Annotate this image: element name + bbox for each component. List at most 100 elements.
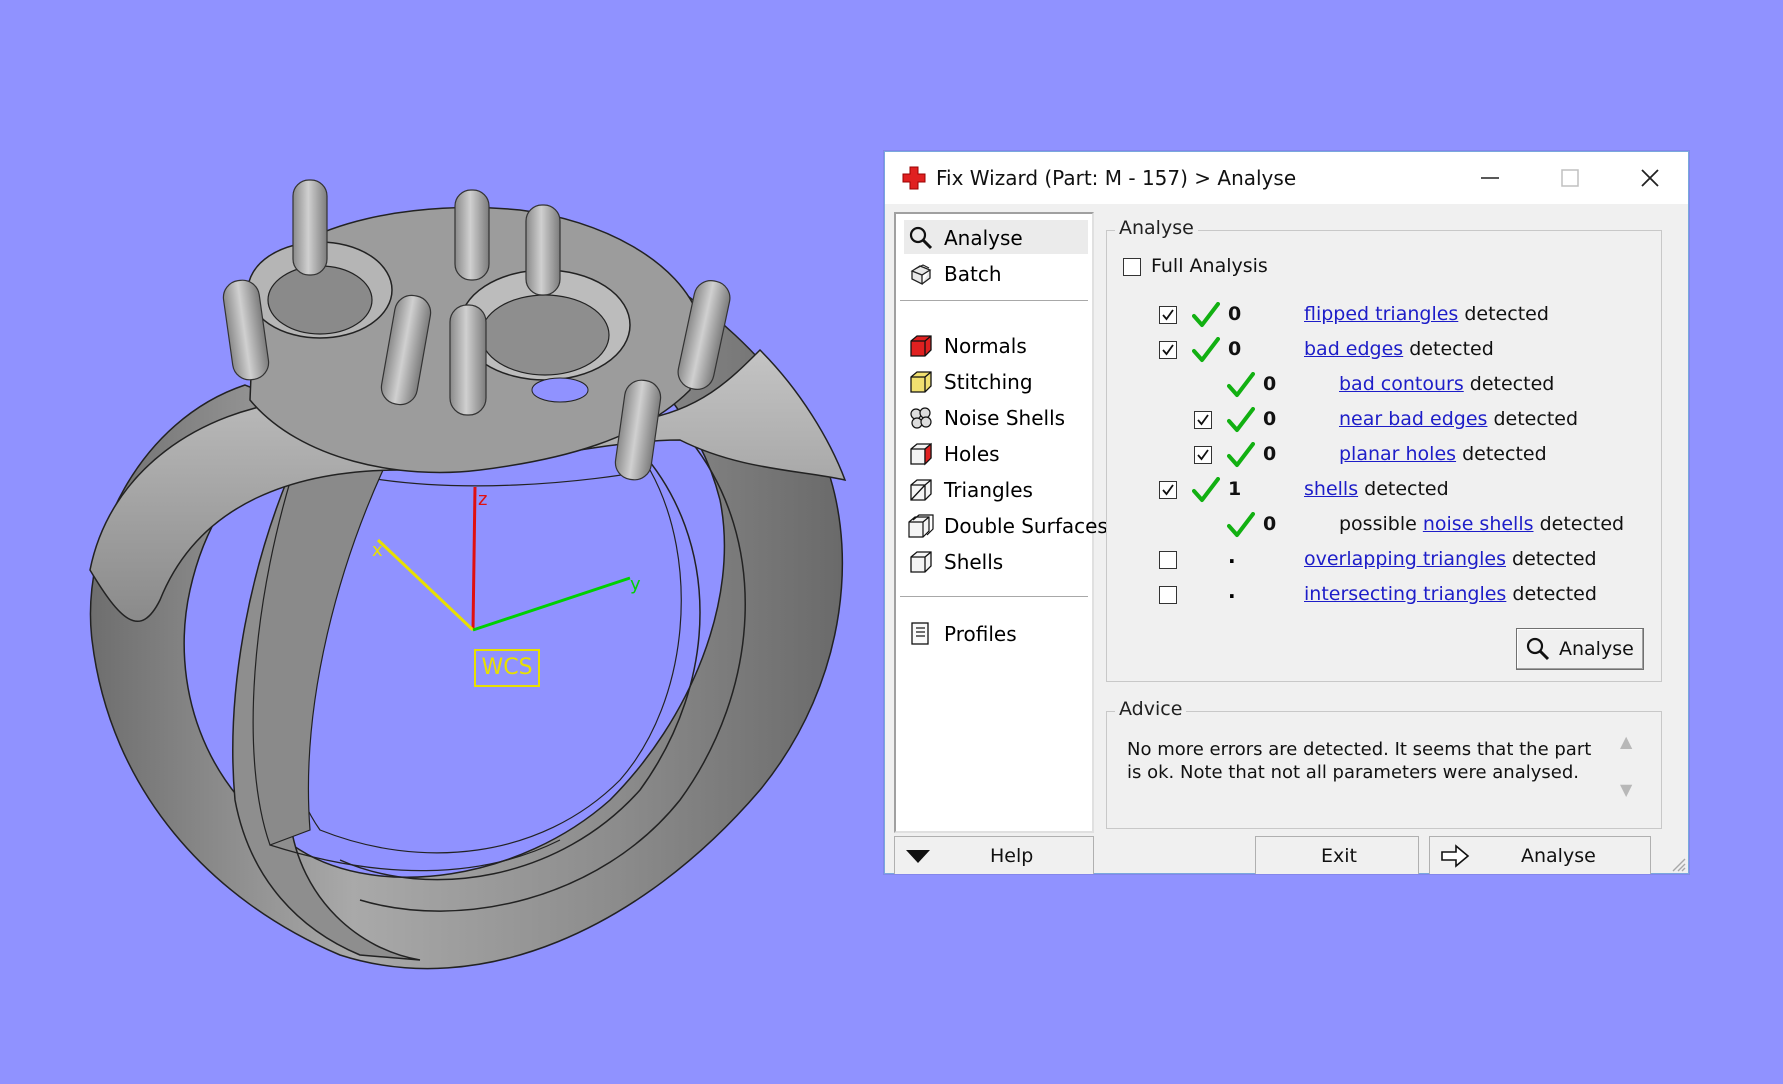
nav-item-stitching[interactable]: Stitching	[904, 364, 1088, 398]
row-checkbox[interactable]	[1159, 586, 1177, 604]
row-checkbox[interactable]	[1159, 481, 1177, 499]
nav-item-profiles[interactable]: Profiles	[904, 616, 1088, 650]
row-count: 0	[1263, 443, 1277, 465]
advice-text: No more errors are detected. It seems th…	[1127, 739, 1592, 783]
maximize-button[interactable]	[1535, 152, 1605, 204]
close-button[interactable]	[1615, 152, 1685, 204]
row-count: 1	[1228, 478, 1242, 500]
nav-item-label: Normals	[944, 334, 1027, 358]
analyse-group-title: Analyse	[1115, 217, 1198, 239]
row-link[interactable]: bad edges	[1304, 338, 1403, 360]
row-link[interactable]: noise shells	[1423, 513, 1534, 535]
row-checkbox[interactable]	[1159, 551, 1177, 569]
nav-divider	[900, 300, 1088, 302]
nav-divider	[900, 596, 1088, 598]
magnifier-icon	[1526, 637, 1550, 661]
row-link[interactable]: flipped triangles	[1304, 303, 1458, 325]
normals-cube-icon	[910, 335, 932, 357]
profiles-icon	[911, 622, 929, 645]
row-link[interactable]: shells	[1304, 478, 1358, 500]
row-description: possible noise shells detected	[1339, 513, 1624, 535]
axis-x-label: x	[372, 540, 383, 561]
row-checkbox[interactable]	[1159, 306, 1177, 324]
minimize-button[interactable]	[1455, 152, 1525, 204]
row-description: bad contours detected	[1339, 373, 1554, 395]
shells-cube-icon	[910, 551, 932, 573]
scroll-down-icon[interactable]: ▼	[1620, 780, 1632, 799]
noise-shells-icon	[910, 407, 932, 429]
close-icon	[1641, 169, 1659, 187]
green-check-icon	[1227, 407, 1255, 432]
holes-cube-icon	[910, 442, 932, 466]
analyse-next-button[interactable]: Analyse	[1429, 836, 1651, 874]
checkmark-icon	[1162, 344, 1174, 356]
nav-item-triangles[interactable]: Triangles	[904, 472, 1088, 506]
resize-grip-icon[interactable]	[1670, 856, 1686, 872]
row-link[interactable]: bad contours	[1339, 373, 1464, 395]
nav-item-analyse[interactable]: Analyse	[904, 220, 1088, 254]
nav-item-holes[interactable]: Holes	[904, 436, 1088, 470]
green-check-icon	[1192, 477, 1220, 502]
row-link[interactable]: intersecting triangles	[1304, 583, 1506, 605]
nav-item-batch[interactable]: Batch	[904, 256, 1088, 290]
arrow-right-icon	[1441, 844, 1470, 868]
green-check-icon	[1192, 337, 1220, 362]
green-check-icon	[1192, 302, 1220, 327]
green-check-icon	[1227, 372, 1255, 397]
nav-item-label: Stitching	[944, 370, 1033, 394]
axis-y-label: y	[630, 574, 641, 595]
row-count: .	[1228, 579, 1236, 603]
dropdown-arrow-icon	[906, 850, 930, 863]
title-bar[interactable]: Fix Wizard (Part: M - 157) > Analyse	[885, 152, 1688, 204]
stitching-cube-icon	[910, 371, 932, 393]
row-description: near bad edges detected	[1339, 408, 1578, 430]
row-suffix: detected	[1464, 303, 1549, 325]
row-checkbox[interactable]	[1194, 446, 1212, 464]
axis-z-label: z	[478, 489, 487, 510]
maximize-icon	[1561, 169, 1579, 187]
row-checkbox[interactable]	[1194, 411, 1212, 429]
full-analysis-checkbox[interactable]	[1123, 258, 1141, 276]
row-description: planar holes detected	[1339, 443, 1547, 465]
window-title: Fix Wizard (Part: M - 157) > Analyse	[936, 166, 1297, 190]
nav-item-label: Triangles	[944, 478, 1033, 502]
nav-item-noise-shells[interactable]: Noise Shells	[904, 400, 1088, 434]
row-link[interactable]: overlapping triangles	[1304, 548, 1506, 570]
row-count: 0	[1263, 513, 1277, 535]
nav-item-shells[interactable]: Shells	[904, 544, 1088, 578]
advice-group: Advice No more errors are detected. It s…	[1106, 698, 1662, 829]
wcs-label: WCS	[481, 655, 532, 680]
red-cross-icon	[902, 166, 926, 190]
row-suffix: detected	[1493, 408, 1579, 430]
magnifier-icon	[909, 226, 933, 250]
nav-item-label: Shells	[944, 550, 1004, 574]
row-checkbox[interactable]	[1159, 341, 1177, 359]
nav-item-label: Batch	[944, 262, 1002, 286]
row-suffix: detected	[1364, 478, 1449, 500]
row-suffix: detected	[1409, 338, 1494, 360]
advice-group-title: Advice	[1115, 698, 1187, 720]
row-suffix: detected	[1462, 443, 1547, 465]
nav-item-label: Analyse	[944, 226, 1023, 250]
analyse-group: Analyse Full Analysis 0 flipped triangles…	[1106, 217, 1662, 682]
exit-button[interactable]: Exit	[1255, 836, 1419, 874]
row-prefix: possible	[1339, 513, 1417, 535]
row-count: 0	[1263, 408, 1277, 430]
analyse-run-button[interactable]: Analyse	[1516, 628, 1644, 670]
nav-item-label: Profiles	[944, 622, 1017, 646]
nav-item-double-surfaces[interactable]: Double Surfaces	[904, 508, 1108, 542]
nav-item-normals[interactable]: Normals	[904, 328, 1088, 362]
wizard-nav: Analyse Batch Normals Stitching Noise Sh…	[894, 212, 1108, 833]
row-suffix: detected	[1512, 548, 1597, 570]
row-description: bad edges detected	[1304, 338, 1494, 360]
scroll-up-icon[interactable]: ▲	[1620, 732, 1632, 751]
help-button-label: Help	[990, 845, 1034, 867]
help-button[interactable]: Help	[894, 836, 1094, 874]
analyse-run-button-label: Analyse	[1559, 638, 1634, 660]
row-link[interactable]: near bad edges	[1339, 408, 1487, 430]
row-link[interactable]: planar holes	[1339, 443, 1456, 465]
row-suffix: detected	[1512, 583, 1597, 605]
bottom-bar: Help Exit Analyse	[885, 836, 1688, 874]
row-description: intersecting triangles detected	[1304, 583, 1597, 605]
row-count: 0	[1228, 338, 1242, 360]
